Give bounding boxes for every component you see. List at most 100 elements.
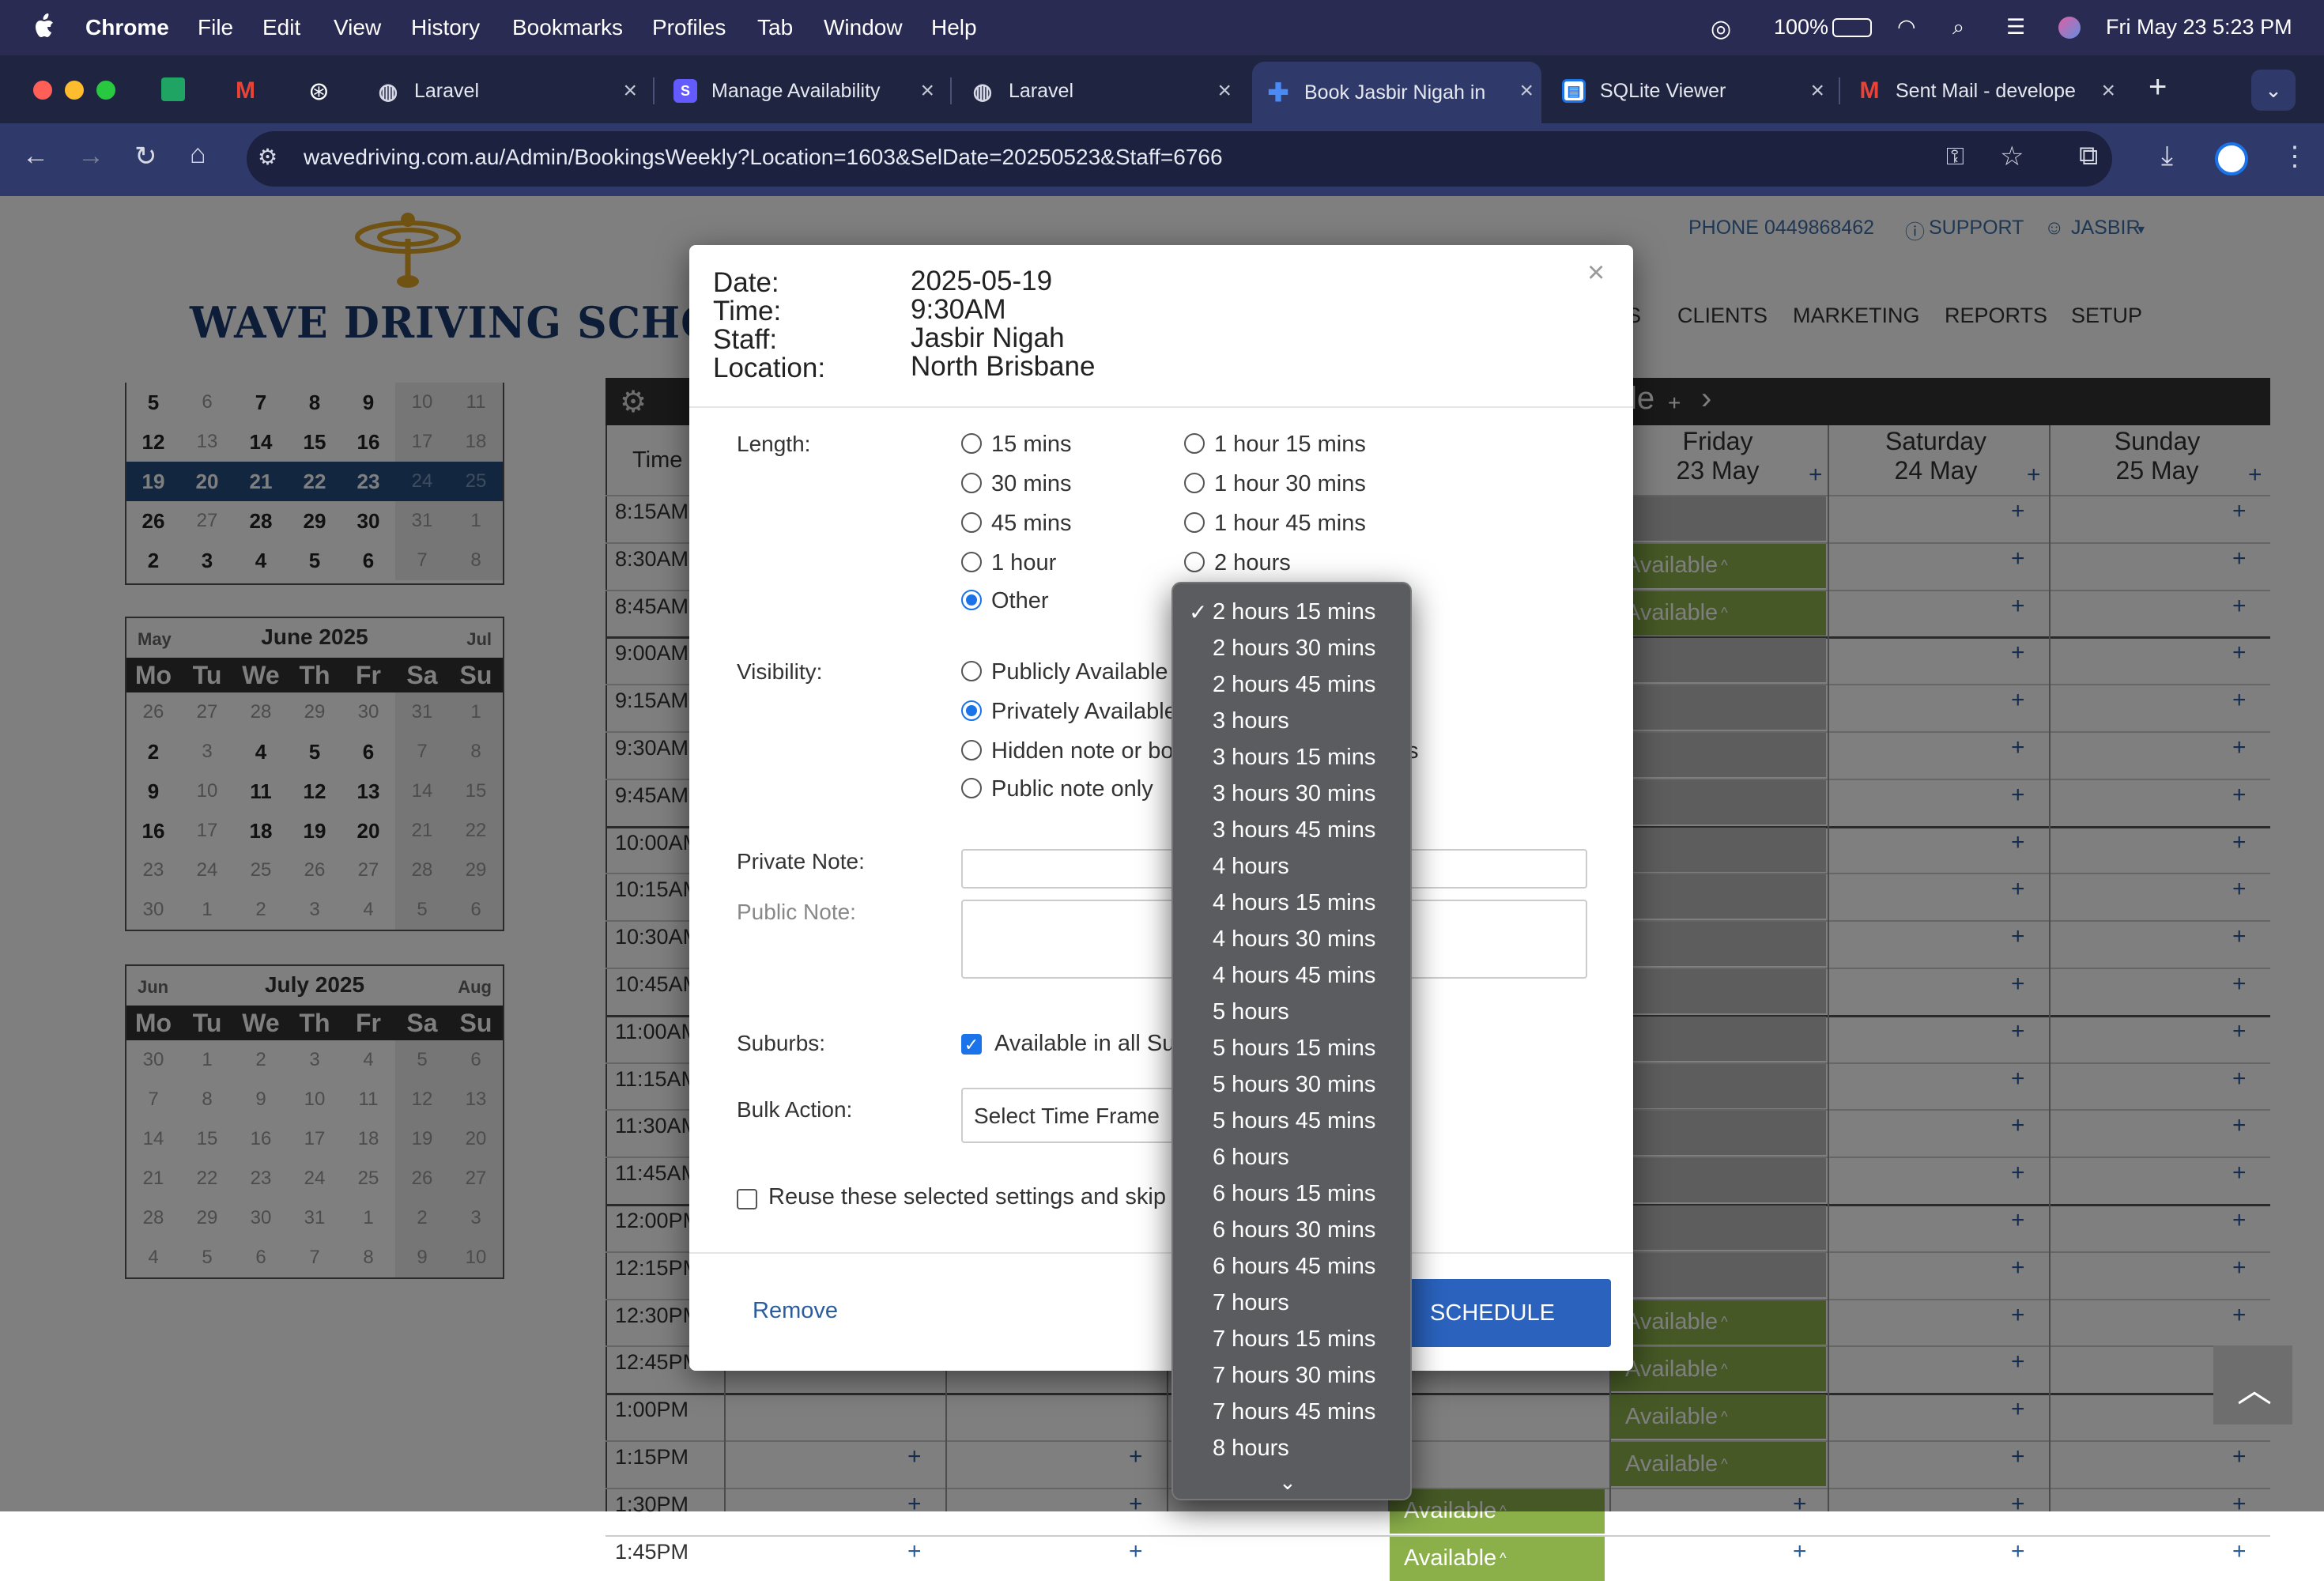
dropdown-option[interactable]: 5 hours 45 mins xyxy=(1213,1108,1375,1134)
creative-cloud-icon[interactable]: ◎ xyxy=(1711,15,1731,43)
password-key-icon[interactable]: ⚿ xyxy=(1946,144,1964,171)
back-icon[interactable]: ← xyxy=(22,141,49,172)
gmail-pinned-tab-icon[interactable]: M xyxy=(236,77,255,104)
dropdown-option[interactable]: 7 hours 15 mins xyxy=(1213,1326,1375,1353)
dropdown-option[interactable]: 6 hours 45 mins xyxy=(1213,1254,1375,1280)
tab-laravel-1[interactable]: ◍ Laravel × xyxy=(376,66,637,115)
apple-icon[interactable] xyxy=(32,11,55,41)
length-radio-30[interactable] xyxy=(961,473,982,493)
home-icon[interactable]: ⌂ xyxy=(190,139,206,170)
tab-sent-mail[interactable]: M Sent Mail - develope × xyxy=(1858,66,2116,115)
close-modal-icon[interactable]: × xyxy=(1587,256,1605,290)
dropdown-option[interactable]: 2 hours 30 mins xyxy=(1213,636,1375,662)
visibility-radio-private[interactable] xyxy=(961,700,982,721)
dropdown-option[interactable]: 6 hours 30 mins xyxy=(1213,1217,1375,1243)
url-text[interactable]: wavedriving.com.au/Admin/BookingsWeekly?… xyxy=(304,145,1223,170)
close-tab-icon[interactable]: × xyxy=(1217,77,1232,104)
siri-icon[interactable] xyxy=(2058,17,2081,39)
menu-edit[interactable]: Edit xyxy=(262,15,300,40)
dropdown-option[interactable]: 6 hours xyxy=(1213,1145,1289,1171)
dropdown-option[interactable]: 5 hours 30 mins xyxy=(1213,1072,1375,1098)
close-tab-icon[interactable]: × xyxy=(623,77,637,104)
extensions-icon[interactable]: ⧉ xyxy=(2079,141,2098,172)
visibility-radio-public-note[interactable] xyxy=(961,778,982,798)
add-slot-icon[interactable]: + xyxy=(2011,1538,2025,1565)
length-other-dropdown[interactable]: 2 hours 15 mins 2 hours 30 mins 2 hours 45… xyxy=(1171,582,1412,1500)
length-radio-45[interactable] xyxy=(961,512,982,533)
battery-icon[interactable] xyxy=(1832,18,1872,37)
dropdown-option[interactable]: 7 hours 45 mins xyxy=(1213,1399,1375,1425)
close-tab-icon[interactable]: × xyxy=(2101,77,2115,104)
menu-history[interactable]: History xyxy=(411,15,480,40)
dropdown-option[interactable]: 2 hours 15 mins xyxy=(1189,599,1375,625)
bulk-action-select[interactable]: Select Time Frame xyxy=(961,1088,1198,1143)
length-radio-15[interactable] xyxy=(961,433,982,454)
dropdown-option[interactable]: 3 hours xyxy=(1213,708,1289,734)
add-slot-icon[interactable]: + xyxy=(907,1538,922,1565)
dropdown-option[interactable]: 6 hours 15 mins xyxy=(1213,1181,1375,1207)
menu-file[interactable]: File xyxy=(198,15,233,40)
wifi-icon[interactable]: ◠ xyxy=(1897,15,1916,40)
dropdown-option[interactable]: 4 hours xyxy=(1213,854,1289,880)
menu-profiles[interactable]: Profiles xyxy=(652,15,726,40)
length-radio-90[interactable] xyxy=(1184,473,1205,493)
sheets-pinned-tab-icon[interactable] xyxy=(161,77,185,101)
tab-book-jasbir-nigah[interactable]: ✚ Book Jasbir Nigah in × xyxy=(1252,62,1541,123)
dropdown-option[interactable]: 3 hours 30 mins xyxy=(1213,781,1375,807)
dropdown-option[interactable]: 3 hours 15 mins xyxy=(1213,745,1375,771)
length-radio-60[interactable] xyxy=(961,552,982,572)
dropdown-option[interactable]: 4 hours 45 mins xyxy=(1213,963,1375,989)
menu-help[interactable]: Help xyxy=(931,15,977,40)
close-tab-icon[interactable]: × xyxy=(920,77,934,104)
tab-manage-availability[interactable]: S Manage Availability × xyxy=(673,66,934,115)
reuse-settings-checkbox[interactable] xyxy=(737,1189,757,1209)
dropdown-option[interactable]: 7 hours 30 mins xyxy=(1213,1363,1375,1389)
menu-window[interactable]: Window xyxy=(824,15,903,40)
tab-laravel-2[interactable]: ◍ Laravel × xyxy=(971,66,1232,115)
clock[interactable]: Fri May 23 5:23 PM xyxy=(2106,15,2292,40)
add-slot-icon[interactable]: + xyxy=(2232,1538,2247,1565)
site-info-icon[interactable]: ⚙ xyxy=(258,144,277,170)
dropdown-option[interactable]: 3 hours 45 mins xyxy=(1213,817,1375,843)
reload-icon[interactable]: ↻ xyxy=(134,141,157,172)
forward-icon[interactable]: → xyxy=(77,141,104,172)
profile-avatar[interactable] xyxy=(2215,142,2248,175)
openai-pinned-tab-icon[interactable]: ⊛ xyxy=(308,76,330,106)
more-menu-icon[interactable]: ⋮ xyxy=(2281,141,2308,172)
app-menu-chrome[interactable]: Chrome xyxy=(85,15,169,40)
bookmark-star-icon[interactable]: ☆ xyxy=(2000,141,2024,172)
scroll-to-top-button[interactable]: ︿ xyxy=(2213,1345,2292,1424)
dropdown-option[interactable]: 5 hours 15 mins xyxy=(1213,1036,1375,1062)
dropdown-option[interactable]: 4 hours 30 mins xyxy=(1213,926,1375,953)
close-tab-icon[interactable]: × xyxy=(1810,77,1824,104)
length-radio-75[interactable] xyxy=(1184,433,1205,454)
new-tab-button[interactable]: + xyxy=(2149,70,2167,105)
length-radio-120[interactable] xyxy=(1184,552,1205,572)
add-slot-icon[interactable]: + xyxy=(1129,1538,1143,1565)
visibility-radio-hidden[interactable] xyxy=(961,740,982,760)
length-radio-105[interactable] xyxy=(1184,512,1205,533)
menu-view[interactable]: View xyxy=(334,15,381,40)
minimize-window-button[interactable] xyxy=(65,81,84,100)
control-center-icon[interactable]: ☰ xyxy=(2006,15,2025,40)
add-slot-icon[interactable]: + xyxy=(1793,1538,1807,1565)
dropdown-option[interactable]: 8 hours xyxy=(1213,1436,1289,1462)
menu-tab[interactable]: Tab xyxy=(757,15,793,40)
search-icon[interactable]: ⌕ xyxy=(1952,15,1964,40)
maximize-window-button[interactable] xyxy=(96,81,115,100)
dropdown-option[interactable]: 4 hours 15 mins xyxy=(1213,890,1375,916)
close-tab-icon[interactable]: × xyxy=(1519,77,1534,104)
visibility-radio-public[interactable] xyxy=(961,661,982,681)
suburbs-checkbox[interactable]: ✓ xyxy=(961,1034,982,1055)
tab-search-chevron-icon[interactable]: ⌄ xyxy=(2251,70,2296,111)
dropdown-option[interactable]: 7 hours xyxy=(1213,1290,1289,1316)
tab-sqlite-viewer[interactable]: ▤ SQLite Viewer × xyxy=(1562,66,1824,115)
remove-link[interactable]: Remove xyxy=(753,1298,838,1324)
download-icon[interactable]: ⤓ xyxy=(2161,141,2173,172)
length-radio-other[interactable] xyxy=(961,590,982,610)
dropdown-option[interactable]: 5 hours xyxy=(1213,999,1289,1025)
scroll-down-chevron-icon[interactable]: ⌄ xyxy=(1279,1470,1296,1495)
available-slot[interactable]: Available^ xyxy=(1390,1536,1605,1581)
dropdown-option[interactable]: 2 hours 45 mins xyxy=(1213,672,1375,698)
menu-bookmarks[interactable]: Bookmarks xyxy=(512,15,623,40)
